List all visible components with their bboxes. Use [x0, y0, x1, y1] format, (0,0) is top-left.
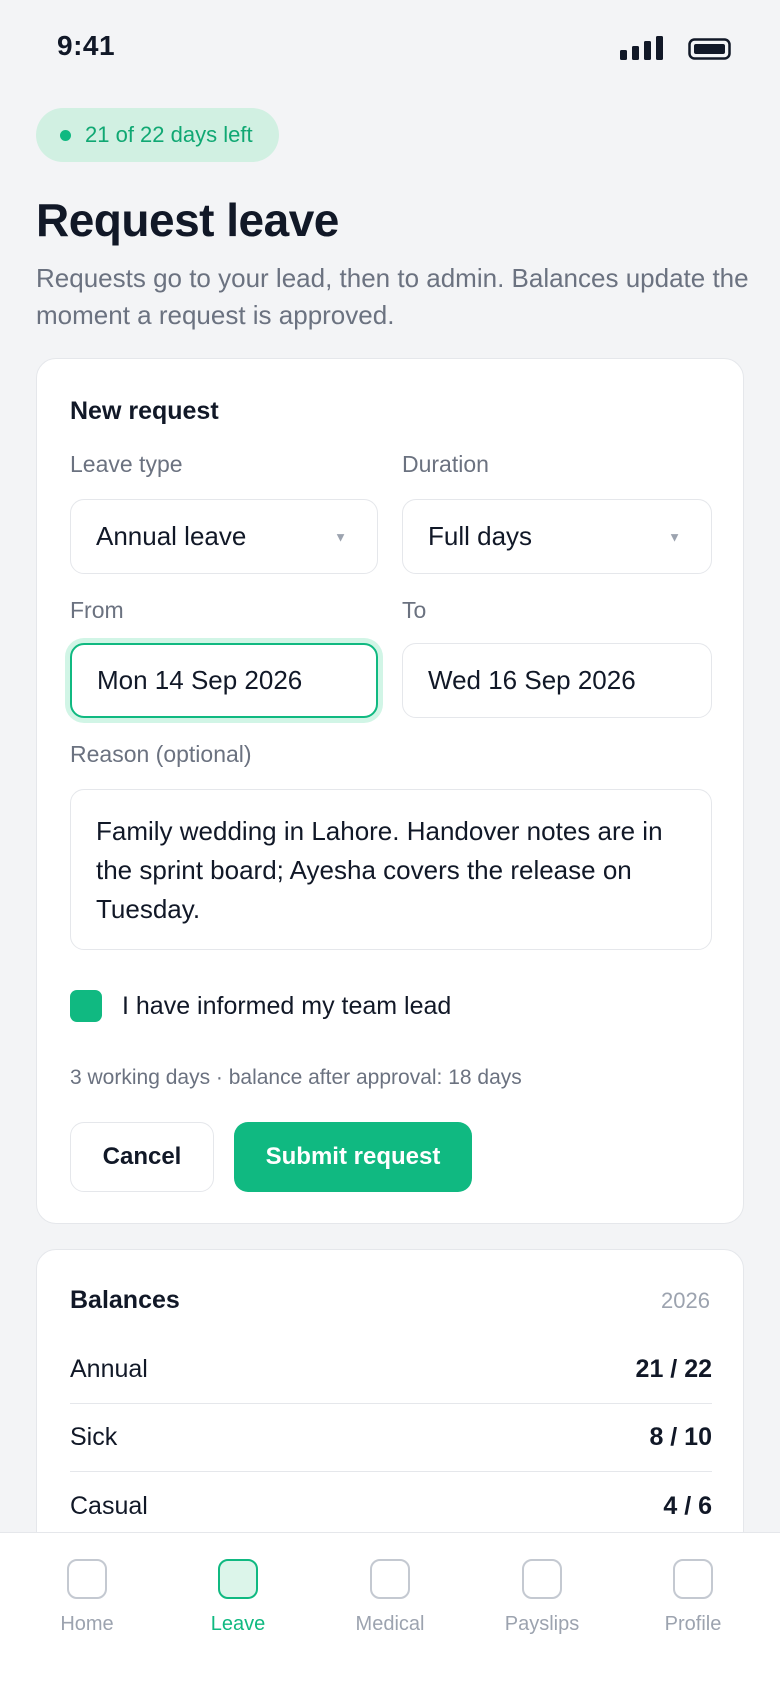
medical-icon — [370, 1559, 410, 1599]
informed-lead-label: I have informed my team lead — [122, 991, 452, 1020]
from-date-value: Mon 14 Sep 2026 — [97, 665, 303, 695]
balance-value: 21 / 22 — [635, 1355, 712, 1383]
days-left-text: 21 of 22 days left — [85, 122, 253, 147]
nav-label: Medical — [355, 1613, 425, 1635]
nav-item-leave[interactable]: Leave — [178, 1559, 298, 1636]
chevron-down-icon: ▼ — [668, 529, 681, 544]
battery-icon — [688, 38, 731, 60]
balance-row: Annual 21 / 22 — [70, 1336, 712, 1404]
balance-name: Casual — [70, 1491, 148, 1520]
leave-type-label: Leave type — [70, 451, 183, 477]
bottom-nav: Home Leave Medical Payslips Profile — [0, 1532, 780, 1688]
cancel-button[interactable]: Cancel — [70, 1122, 214, 1192]
nav-item-home[interactable]: Home — [27, 1559, 147, 1636]
duration-value: Full days — [428, 521, 533, 551]
balances-year: 2026 — [661, 1288, 710, 1313]
submit-request-button[interactable]: Submit request — [234, 1122, 472, 1192]
to-label: To — [402, 597, 427, 623]
nav-label: Payslips — [504, 1613, 580, 1635]
nav-item-medical[interactable]: Medical — [330, 1559, 450, 1636]
nav-label: Leave — [210, 1613, 266, 1635]
nav-label: Home — [60, 1613, 114, 1635]
home-icon — [67, 1559, 107, 1599]
duration-select[interactable]: Full days ▼ — [402, 499, 712, 574]
new-request-card: New request Leave type Duration Annual l… — [36, 358, 744, 1224]
duration-label: Duration — [402, 451, 489, 477]
informed-lead-row[interactable]: I have informed my team lead — [70, 990, 451, 1022]
leave-icon — [218, 1559, 258, 1599]
status-dot-icon — [60, 129, 71, 141]
signal-icon — [620, 36, 663, 60]
balance-value: 4 / 6 — [663, 1491, 712, 1520]
balance-value: 8 / 10 — [649, 1423, 712, 1451]
chevron-down-icon: ▼ — [334, 529, 347, 544]
balances-heading: Balances — [70, 1286, 180, 1314]
new-request-heading: New request — [70, 397, 219, 425]
balance-row: Casual 4 / 6 — [70, 1472, 712, 1540]
from-date-field[interactable]: Mon 14 Sep 2026 — [70, 643, 378, 718]
leave-type-select[interactable]: Annual leave ▼ — [70, 499, 378, 574]
balance-name: Sick — [70, 1423, 118, 1451]
informed-lead-checkbox[interactable] — [70, 990, 102, 1022]
days-left-badge: 21 of 22 days left — [36, 108, 279, 162]
balance-name: Annual — [70, 1355, 148, 1383]
request-summary: 3 working days · balance after approval:… — [70, 1066, 522, 1089]
to-date-field[interactable]: Wed 16 Sep 2026 — [402, 643, 712, 718]
from-label: From — [70, 597, 124, 623]
leave-type-value: Annual leave — [96, 521, 247, 551]
profile-icon — [673, 1559, 713, 1599]
page-subtitle: Requests go to your lead, then to admin.… — [36, 263, 749, 330]
nav-label: Profile — [664, 1613, 722, 1635]
page-title: Request leave — [36, 194, 339, 246]
balance-row: Sick 8 / 10 — [70, 1404, 712, 1472]
nav-item-payslips[interactable]: Payslips — [482, 1559, 602, 1636]
to-date-value: Wed 16 Sep 2026 — [428, 665, 636, 695]
reason-textarea[interactable]: Family wedding in Lahore. Handover notes… — [70, 789, 712, 950]
nav-item-profile[interactable]: Profile — [633, 1559, 753, 1636]
reason-label: Reason (optional) — [70, 741, 252, 767]
payslips-icon — [522, 1559, 562, 1599]
status-bar: 9:41 — [0, 0, 780, 100]
status-time: 9:41 — [57, 30, 116, 61]
